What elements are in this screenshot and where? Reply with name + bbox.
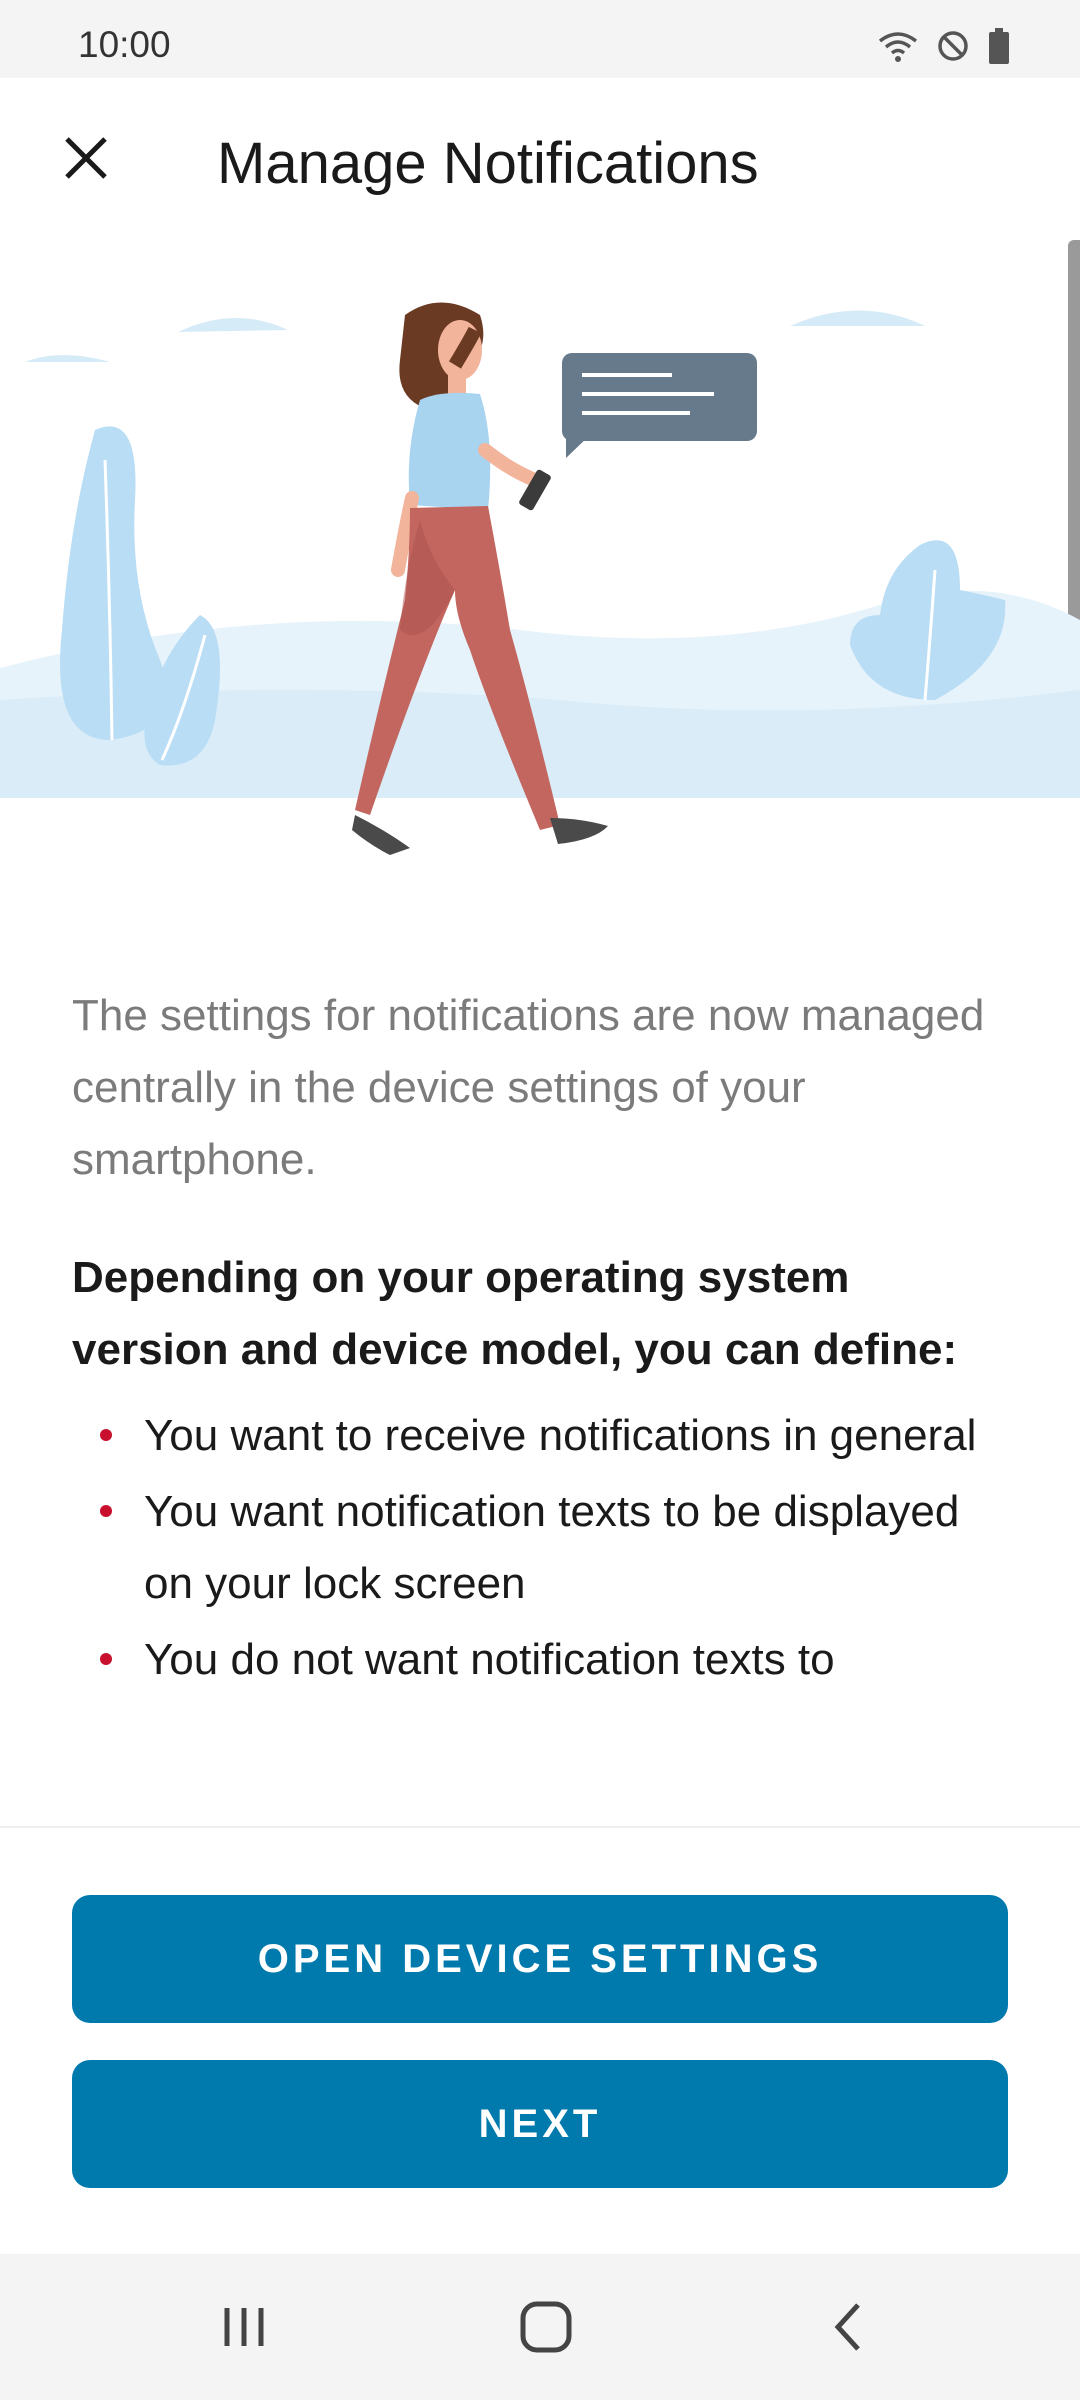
bullet-icon [100,1505,112,1517]
home-button[interactable] [506,2294,586,2360]
bullet-icon [100,1429,112,1441]
back-button[interactable] [808,2294,888,2360]
close-icon [65,137,107,179]
wifi-icon [878,32,918,62]
home-icon [520,2301,572,2353]
woman-with-phone-illustration [0,302,1080,855]
battery-icon [989,28,1009,64]
do-not-disturb-icon [938,31,968,61]
page-title: Manage Notifications [217,131,759,196]
app-bar: Manage Notifications [0,78,1080,248]
list-item-text: You want to receive notifications in gen… [144,1411,977,1460]
bullet-list: You want to receive notifications in gen… [72,1400,1012,1696]
recents-icon [224,2308,264,2346]
navigation-bar [0,2254,1080,2400]
status-time: 10:00 [78,24,171,65]
back-icon [834,2303,860,2351]
list-item: You want notification texts to be displa… [72,1476,1012,1620]
recents-button[interactable] [204,2294,284,2360]
divider [0,1826,1080,1828]
list-item-text: You want notification texts to be displa… [144,1487,960,1608]
status-bar: 10:00 [0,0,1080,78]
open-device-settings-button[interactable]: OPEN DEVICE SETTINGS [72,1895,1008,2023]
subhead-text: Depending on your operating system versi… [72,1253,958,1374]
bullet-icon [100,1653,112,1665]
close-button[interactable] [46,118,126,198]
list-item-text: You do not want notification texts to [144,1635,835,1684]
status-icons [878,28,1010,64]
content: The settings for notifications are now m… [72,980,1012,1700]
list-item: You want to receive notifications in gen… [72,1400,1012,1472]
next-button[interactable]: NEXT [72,2060,1008,2188]
list-item: You do not want notification texts to [72,1624,1012,1696]
bottom-panel [0,1828,1080,2254]
intro-text: The settings for notifications are now m… [72,991,985,1184]
